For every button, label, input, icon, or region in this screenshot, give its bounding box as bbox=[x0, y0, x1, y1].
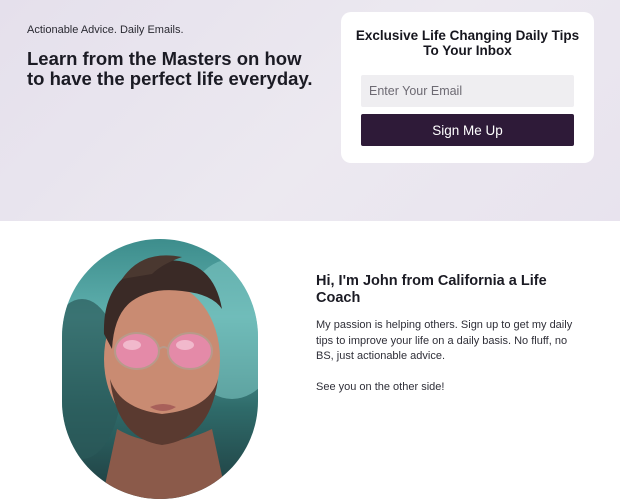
email-field[interactable] bbox=[361, 75, 574, 107]
portrait-illustration bbox=[62, 255, 258, 499]
coach-portrait-image bbox=[62, 239, 258, 499]
optin-card: Exclusive Life Changing Daily Tips To Yo… bbox=[341, 12, 594, 163]
about-signoff: See you on the other side! bbox=[316, 381, 445, 393]
sign-up-button[interactable]: Sign Me Up bbox=[361, 114, 574, 146]
hero-section: Actionable Advice. Daily Emails. Learn f… bbox=[0, 0, 620, 221]
hero-tagline: Actionable Advice. Daily Emails. bbox=[27, 24, 184, 36]
about-heading: Hi, I'm John from California a Life Coac… bbox=[316, 273, 547, 306]
hero-headline: Learn from the Masters on how to have th… bbox=[27, 48, 313, 89]
about-description: My passion is helping others. Sign up to… bbox=[316, 319, 573, 362]
optin-title: Exclusive Life Changing Daily Tips To Yo… bbox=[355, 28, 580, 58]
